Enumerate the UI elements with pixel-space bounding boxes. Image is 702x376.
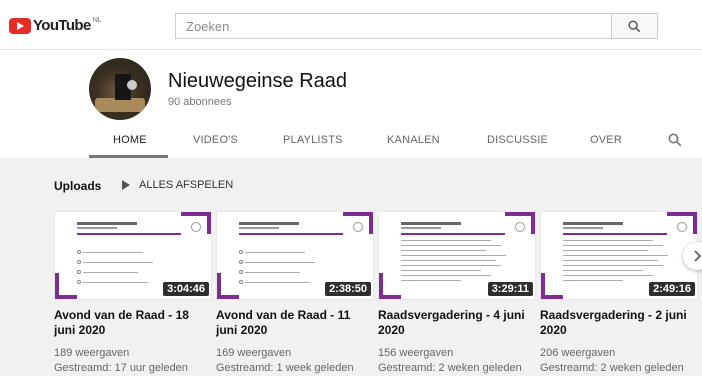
active-tab-indicator [89,155,168,158]
top-bar: YouTube NL Zoeken [0,0,702,50]
video-card[interactable]: 2:49:16 Raadsvergadering - 2 juni 2020 2… [540,211,698,376]
video-views: 169 weergaven [216,347,292,359]
video-card[interactable]: 3:04:46 Avond van de Raad - 18 juni 2020… [54,211,212,376]
search-icon [628,19,641,32]
youtube-logo[interactable]: YouTube NL [9,16,102,36]
video-duration: 2:38:50 [325,282,371,296]
subscriber-count: 90 abonnees [168,96,232,108]
video-thumbnail[interactable]: 2:49:16 [540,211,698,300]
video-streamed: Gestreamd: 2 weken geleden [378,362,522,374]
video-duration: 2:49:16 [649,282,695,296]
logo-text: YouTube [33,17,91,34]
search-input[interactable]: Zoeken [175,13,612,39]
logo-region: NL [92,17,102,24]
tab-playlists[interactable]: PLAYLISTS [283,134,343,146]
channel-tabs: HOME VIDEO'S PLAYLISTS KANALEN DISCUSSIE… [0,126,702,158]
search-icon [668,133,682,147]
video-duration: 3:29:11 [487,282,533,296]
video-views: 189 weergaven [54,347,130,359]
video-thumbnail[interactable]: 3:04:46 [54,211,212,300]
channel-search-button[interactable] [668,133,682,152]
play-all-button[interactable]: ALLES AFSPELEN [122,179,233,191]
tab-about[interactable]: OVER [590,134,622,146]
video-card[interactable]: 2:38:50 Avond van de Raad - 11 juni 2020… [216,211,374,376]
video-streamed: Gestreamd: 2 weken geleden [540,362,684,374]
video-thumbnail[interactable]: 2:38:50 [216,211,374,300]
tab-videos[interactable]: VIDEO'S [193,134,238,146]
tab-channels[interactable]: KANALEN [387,134,440,146]
video-views: 156 weergaven [378,347,454,359]
channel-avatar[interactable] [89,58,151,120]
uploads-title[interactable]: Uploads [54,179,101,193]
video-title[interactable]: Raadsvergadering - 2 juni 2020 [540,308,698,340]
video-thumbnail[interactable]: 3:29:11 [378,211,536,300]
video-title[interactable]: Raadsvergadering - 4 juni 2020 [378,308,536,340]
channel-name: Nieuwegeinse Raad [168,70,348,92]
video-title[interactable]: Avond van de Raad - 18 juni 2020 [54,308,212,340]
play-icon [122,180,130,190]
video-views: 206 weergaven [540,347,616,359]
video-streamed: Gestreamd: 17 uur geleden [54,362,188,374]
video-streamed: Gestreamd: 1 week geleden [216,362,354,374]
tab-home[interactable]: HOME [113,134,147,146]
tab-discussion[interactable]: DISCUSSIE [487,134,548,146]
chevron-right-icon [694,250,702,262]
video-shelf: 3:04:46 Avond van de Raad - 18 juni 2020… [54,211,702,374]
search-button[interactable] [611,13,658,39]
youtube-play-icon [9,18,31,34]
play-all-label: ALLES AFSPELEN [139,179,234,191]
video-card[interactable]: 3:29:11 Raadsvergadering - 4 juni 2020 1… [378,211,536,376]
video-title[interactable]: Avond van de Raad - 11 juni 2020 [216,308,374,340]
video-duration: 3:04:46 [163,282,209,296]
